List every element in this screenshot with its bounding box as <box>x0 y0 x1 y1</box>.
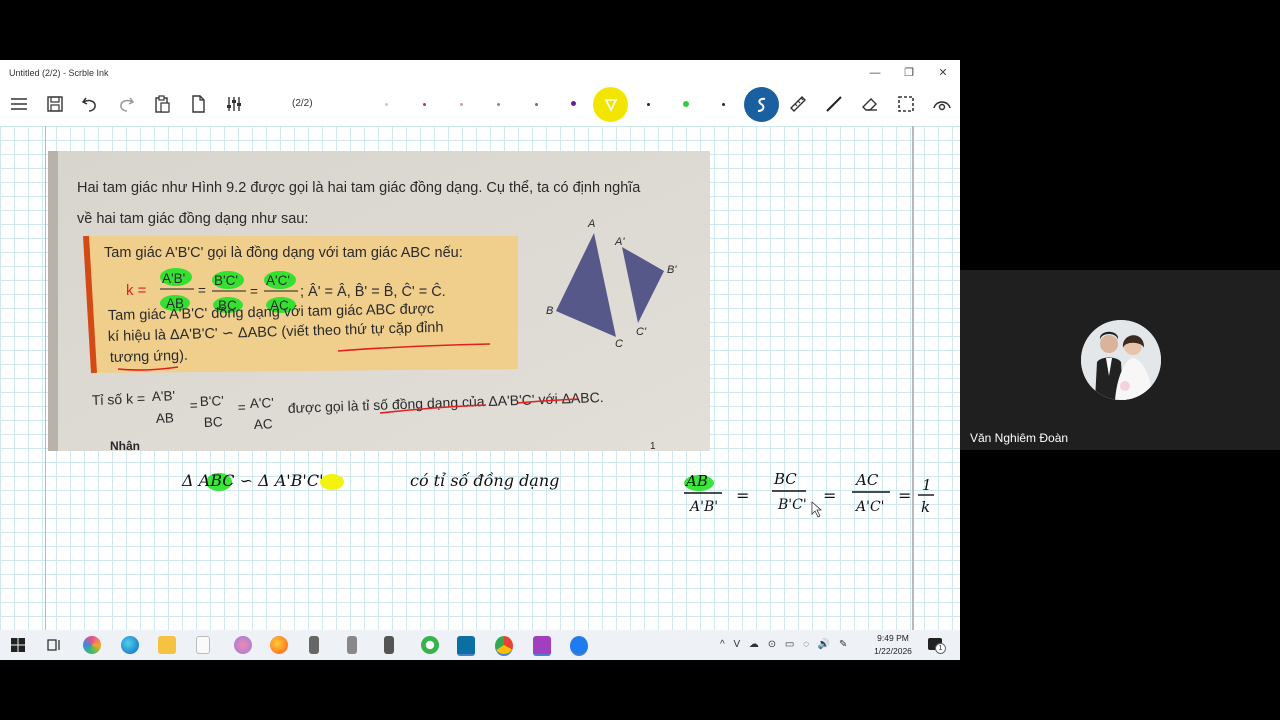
scrble-ink-icon[interactable] <box>457 636 475 656</box>
hw-frac2-num: BC <box>773 470 797 488</box>
green-app-icon[interactable] <box>421 636 439 654</box>
hw-equals-3: = <box>898 486 911 505</box>
hw-equals-2: = <box>823 486 836 505</box>
line-tool-icon[interactable] <box>819 89 849 119</box>
task-view-icon[interactable] <box>45 636 63 654</box>
hw-ratio-text: có tỉ số đồng dạng <box>410 471 559 490</box>
copilot-icon[interactable] <box>83 636 101 654</box>
chrome-icon[interactable] <box>495 636 513 656</box>
participant-video-tile[interactable]: Văn Nghiêm Đoàn <box>960 270 1280 450</box>
handwriting-layer: Δ ABC ∽ Δ A'B'C' có tỉ số đồng dạng AB A… <box>181 470 934 518</box>
pen-color-2[interactable] <box>423 103 426 106</box>
taskbar: ^ V ☁ ⊙ ▭ ◌ 🔊 ✎ 9:49 PM 1/22/2026 1 <box>0 630 960 660</box>
clock[interactable]: 9:49 PM 1/22/2026 <box>866 632 920 658</box>
window-title: Untitled (2/2) - Scrble Ink <box>9 67 109 78</box>
undo-icon[interactable] <box>75 89 105 119</box>
hw-similar-statement: Δ ABC ∽ Δ A'B'C' <box>181 471 323 490</box>
new-page-icon[interactable] <box>183 89 213 119</box>
calculator-icon-1[interactable] <box>309 636 319 654</box>
calculator-icon-2[interactable] <box>347 636 357 654</box>
hw-frac4-den: k <box>921 498 930 516</box>
hw-frac3-num: AC <box>854 471 879 489</box>
pen-color-4[interactable] <box>497 103 500 106</box>
mouse-cursor-icon <box>811 501 823 518</box>
zalo-icon[interactable] <box>570 636 588 656</box>
calculator-icon-3[interactable] <box>384 636 394 654</box>
participant-avatar <box>1081 320 1161 400</box>
selection-icon[interactable] <box>891 89 921 119</box>
restore-button[interactable]: ❐ <box>892 60 926 85</box>
hw-frac1-num: AB <box>684 472 708 490</box>
menu-icon[interactable] <box>4 89 34 119</box>
window-controls: — ❐ ✕ <box>858 60 960 85</box>
blank-document-icon[interactable] <box>196 636 210 654</box>
eraser-icon[interactable] <box>855 89 885 119</box>
ruler-icon[interactable] <box>783 89 813 119</box>
firefox-icon[interactable] <box>270 636 288 654</box>
pen-color-3[interactable] <box>460 103 463 106</box>
pen-color-5[interactable] <box>535 103 538 106</box>
settings-sliders-icon[interactable] <box>219 89 249 119</box>
redo-icon[interactable] <box>111 89 141 119</box>
toolbar: (2/2) <box>0 85 960 125</box>
participant-name: Văn Nghiêm Đoàn <box>970 431 1069 445</box>
clock-date: 1/22/2026 <box>874 646 912 656</box>
editor-app-icon[interactable] <box>533 636 551 656</box>
minimize-button[interactable]: — <box>858 60 892 85</box>
system-tray-icons[interactable]: ^ V ☁ ⊙ ▭ ◌ 🔊 ✎ <box>720 639 850 650</box>
save-icon[interactable] <box>40 89 70 119</box>
notification-icon[interactable]: 1 <box>928 638 946 654</box>
smart-ink-icon[interactable] <box>744 87 779 122</box>
close-button[interactable]: ✕ <box>926 60 960 85</box>
app-window: Untitled (2/2) - Scrble Ink — ❐ ✕ (2/2) <box>0 60 960 660</box>
paste-icon[interactable] <box>147 89 177 119</box>
hw-equals-1: = <box>736 486 749 505</box>
title-bar: Untitled (2/2) - Scrble Ink — ❐ ✕ <box>0 60 960 85</box>
hw-frac4-num: 1 <box>922 476 932 494</box>
edge-browser-icon[interactable] <box>121 636 139 654</box>
pen-color-10[interactable] <box>722 103 725 106</box>
page-indicator: (2/2) <box>292 98 313 109</box>
hw-frac3-den: A'C' <box>854 499 885 515</box>
clock-time: 9:49 PM <box>877 633 909 643</box>
hw-frac2-den: B'C' <box>777 497 807 513</box>
paint-icon[interactable] <box>234 636 252 654</box>
file-explorer-icon[interactable] <box>158 636 176 654</box>
pen-color-8[interactable] <box>647 103 650 106</box>
windows-start-icon[interactable] <box>9 636 27 654</box>
highlighter-tool-icon[interactable] <box>593 87 628 122</box>
pen-color-6[interactable] <box>571 101 576 106</box>
hw-frac1-den: A'B' <box>688 499 718 515</box>
notification-badge: 1 <box>935 643 946 654</box>
view-mode-icon[interactable] <box>927 89 957 119</box>
pen-color-1[interactable] <box>385 103 388 106</box>
pen-color-9[interactable] <box>683 101 689 107</box>
ink-canvas[interactable]: Hai tam giác như Hình 9.2 được gọi là ha… <box>0 126 960 630</box>
